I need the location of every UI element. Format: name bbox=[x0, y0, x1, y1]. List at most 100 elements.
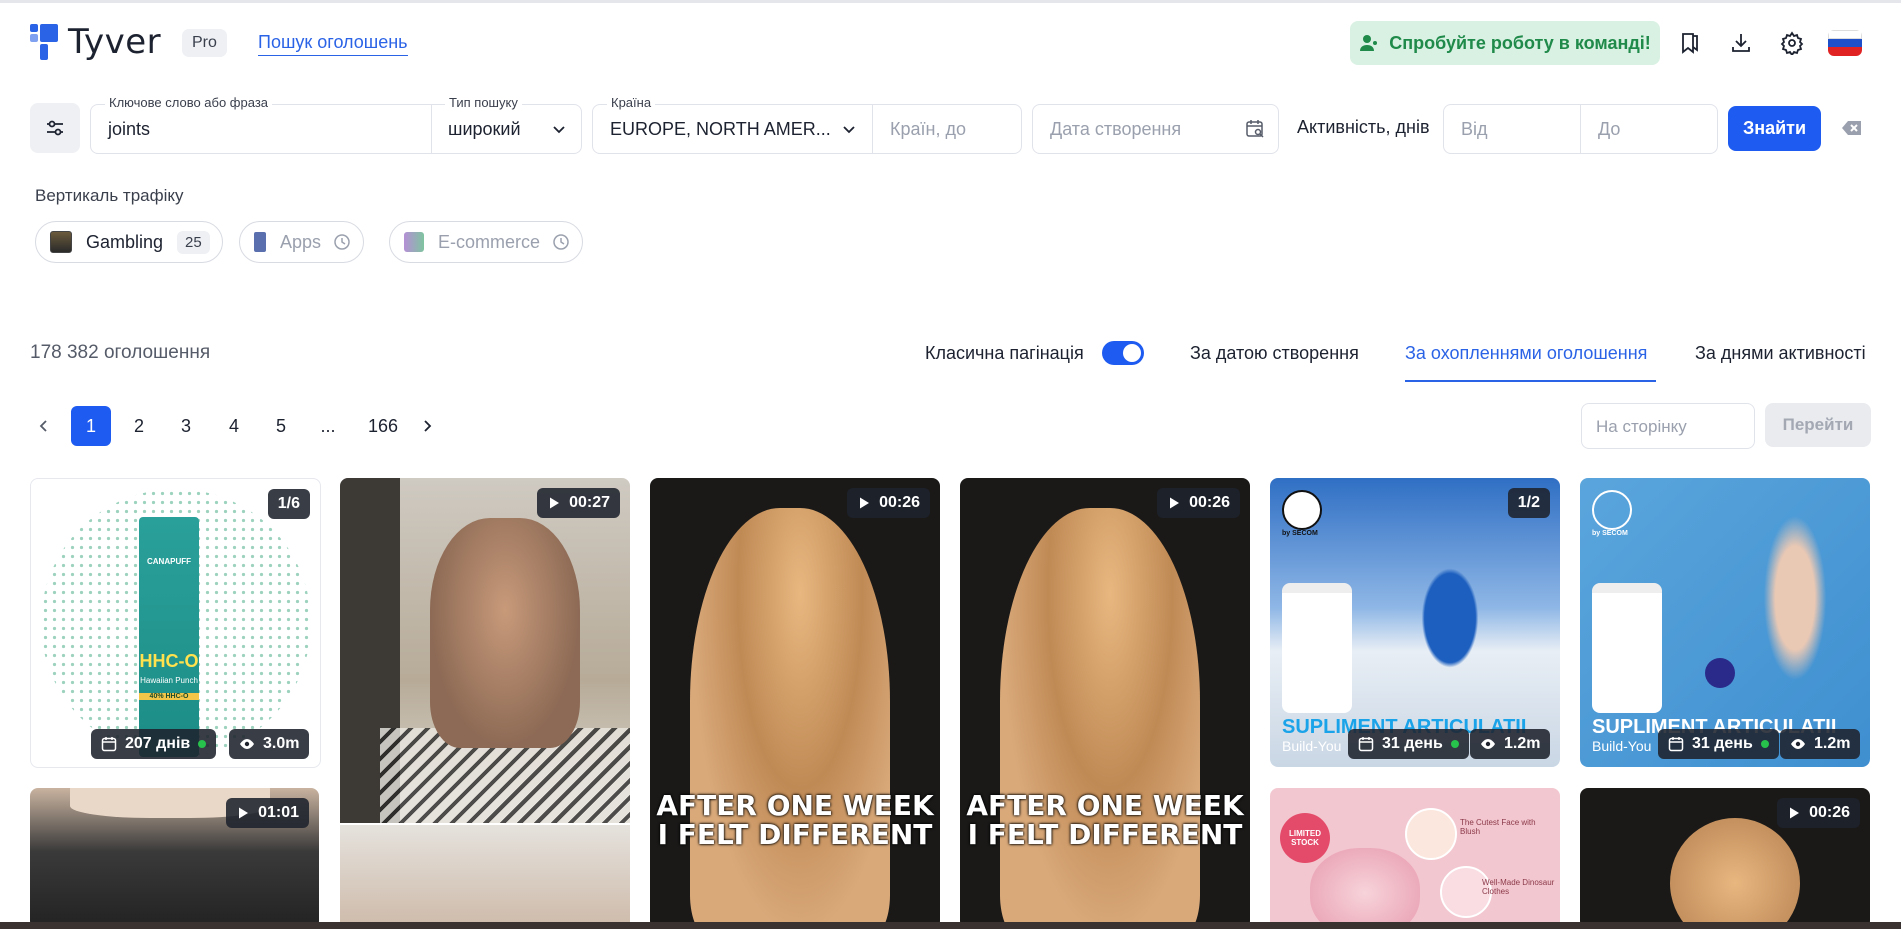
search-type-label: Тип пошуку bbox=[445, 95, 522, 110]
classic-pagination-toggle[interactable] bbox=[1102, 341, 1144, 365]
nav-ads-search-link[interactable]: Пошук оголошень bbox=[258, 32, 408, 56]
bookmarks-icon[interactable] bbox=[1675, 28, 1705, 58]
active-dot bbox=[1450, 740, 1459, 748]
ad-card[interactable]: 00:27 bbox=[340, 478, 630, 929]
try-team-label: Спробуйте роботу в команді! bbox=[1389, 32, 1651, 53]
calendar-icon bbox=[1668, 737, 1684, 752]
sliders-icon bbox=[47, 120, 63, 136]
video-duration-text: 01:01 bbox=[258, 804, 299, 821]
play-icon bbox=[239, 807, 249, 819]
product-name-text: HHC-O bbox=[139, 651, 199, 671]
woman-squat-image bbox=[1755, 493, 1835, 703]
country-select[interactable]: EUROPE, NORTH AMER... bbox=[610, 119, 831, 140]
created-date-input[interactable]: Дата створення bbox=[1050, 119, 1181, 140]
search-type-select[interactable]: широкий bbox=[448, 119, 521, 140]
sort-by-date[interactable]: За датою створення bbox=[1190, 343, 1359, 364]
days-badge: 31 день bbox=[1658, 729, 1779, 759]
page-ellipsis: ... bbox=[320, 415, 336, 436]
video-duration-text: 00:26 bbox=[1189, 494, 1230, 511]
activity-range-field[interactable]: Від До bbox=[1443, 104, 1718, 154]
traffic-vertical-label: Вертикаль трафіку bbox=[35, 186, 184, 205]
clock-icon bbox=[334, 234, 350, 250]
views-badge: 3.0m bbox=[229, 729, 310, 759]
activity-from-input[interactable]: Від bbox=[1461, 119, 1488, 140]
play-icon bbox=[1170, 497, 1180, 509]
activity-label: Активність, днів bbox=[1297, 117, 1430, 137]
download-icon[interactable] bbox=[1726, 28, 1756, 58]
ad-card[interactable]: AFTER ONE WEEK I FELT DIFFERENT 00:26 bbox=[650, 478, 940, 929]
ad-card[interactable]: AFTER ONE WEEK I FELT DIFFERENT 00:26 bbox=[960, 478, 1250, 929]
video-duration-text: 00:26 bbox=[879, 494, 920, 511]
logo[interactable]: Tyver bbox=[30, 22, 162, 62]
product-flavor-text: Hawaiian Punch bbox=[140, 676, 198, 685]
logo-text: Tyver bbox=[68, 22, 162, 62]
ad-card[interactable]: 01:01 bbox=[30, 788, 319, 929]
prev-page-icon[interactable] bbox=[24, 406, 64, 446]
carousel-counter-badge: 1/2 bbox=[1507, 488, 1550, 518]
chevron-down-icon bbox=[553, 126, 565, 134]
video-caption: AFTER ONE WEEK I FELT DIFFERENT bbox=[966, 789, 1244, 851]
russia-flag-icon[interactable] bbox=[1828, 30, 1862, 56]
chip-gambling[interactable]: Gambling 25 bbox=[35, 221, 223, 263]
brand-logo-icon bbox=[1282, 490, 1322, 530]
top-border bbox=[0, 0, 1901, 3]
video-duration-text: 00:26 bbox=[1809, 804, 1850, 821]
chevron-down-icon bbox=[843, 126, 855, 134]
page-5[interactable]: 5 bbox=[261, 406, 301, 446]
plush-face-image bbox=[1405, 808, 1457, 860]
settings-icon[interactable] bbox=[1777, 28, 1807, 58]
chip-ecommerce-label: E-commerce bbox=[438, 231, 541, 252]
days-text: 31 день bbox=[1382, 735, 1443, 752]
next-page-icon[interactable] bbox=[407, 406, 447, 446]
video-duration-badge: 00:26 bbox=[847, 488, 930, 518]
ad-card[interactable]: CANAPUFF HHC-O Hawaiian Punch 40% HHC-O … bbox=[30, 478, 321, 768]
sort-by-activity-days[interactable]: За днями активності bbox=[1695, 343, 1866, 364]
page-2[interactable]: 2 bbox=[119, 406, 159, 446]
chip-gambling-count: 25 bbox=[177, 230, 210, 254]
page-1[interactable]: 1 bbox=[71, 406, 111, 446]
video-thumbnail-lower bbox=[340, 823, 630, 929]
active-dot bbox=[198, 740, 207, 748]
keyword-input[interactable]: joints bbox=[108, 119, 150, 140]
days-badge: 31 день bbox=[1348, 729, 1469, 759]
created-date-field[interactable]: Дата створення bbox=[1032, 104, 1279, 154]
chip-ecommerce[interactable]: E-commerce bbox=[389, 221, 584, 263]
plan-badge: Pro bbox=[182, 29, 227, 57]
views-badge: 1.2m bbox=[1470, 729, 1551, 759]
views-text: 3.0m bbox=[263, 735, 300, 752]
supplement-bottle-image bbox=[1282, 583, 1352, 713]
goto-page-placeholder: На сторінку bbox=[1596, 417, 1687, 436]
video-thumbnail-person bbox=[430, 518, 580, 748]
feature-text-1: The Cutest Face with Blush bbox=[1460, 818, 1536, 836]
country-label: Країна bbox=[607, 95, 656, 110]
ad-card[interactable]: 00:26 bbox=[1580, 788, 1870, 929]
ad-card[interactable]: by SECOM SUPLIMENT ARTICULATII Build-You… bbox=[1270, 478, 1560, 767]
try-team-button[interactable]: Спробуйте роботу в команді! bbox=[1350, 21, 1660, 65]
page-3[interactable]: 3 bbox=[166, 406, 206, 446]
countries-to-input[interactable]: Країн, до bbox=[890, 119, 966, 140]
country-field[interactable]: Країна EUROPE, NORTH AMER... Країн, до bbox=[592, 95, 1022, 154]
slot-machine-icon bbox=[50, 231, 72, 253]
product-brand-text: CANAPUFF bbox=[147, 557, 191, 566]
eye-icon bbox=[240, 739, 254, 749]
keyword-field[interactable]: Ключове слово або фраза joints Тип пошук… bbox=[90, 95, 582, 154]
find-button[interactable]: Знайти bbox=[1728, 106, 1821, 151]
brand-logo-icon bbox=[1592, 490, 1632, 530]
keyword-label: Ключове слово або фраза bbox=[105, 95, 273, 110]
carousel-counter-text: 1/2 bbox=[1517, 494, 1540, 511]
team-user-icon bbox=[1360, 35, 1378, 51]
days-text: 31 день bbox=[1692, 735, 1753, 752]
calendar-search-icon bbox=[1246, 120, 1264, 138]
eye-icon bbox=[1791, 739, 1805, 749]
chip-apps[interactable]: Apps bbox=[239, 221, 365, 263]
filters-toggle-button[interactable] bbox=[30, 103, 80, 153]
goto-page-button[interactable]: Перейти bbox=[1765, 403, 1871, 447]
page-last[interactable]: 166 bbox=[358, 406, 408, 446]
ad-card[interactable]: by SECOM SUPLIMENT ARTICULATII Build-You… bbox=[1580, 478, 1870, 767]
ad-card[interactable]: LIMITED STOCK The Cutest Face with Blush… bbox=[1270, 788, 1560, 929]
goto-page-input[interactable]: На сторінку bbox=[1581, 403, 1755, 449]
page-4[interactable]: 4 bbox=[214, 406, 254, 446]
activity-to-input[interactable]: До bbox=[1598, 119, 1620, 140]
clear-filters-icon[interactable] bbox=[1840, 116, 1864, 140]
sort-by-reach[interactable]: За охопленнями оголошення bbox=[1405, 343, 1647, 364]
